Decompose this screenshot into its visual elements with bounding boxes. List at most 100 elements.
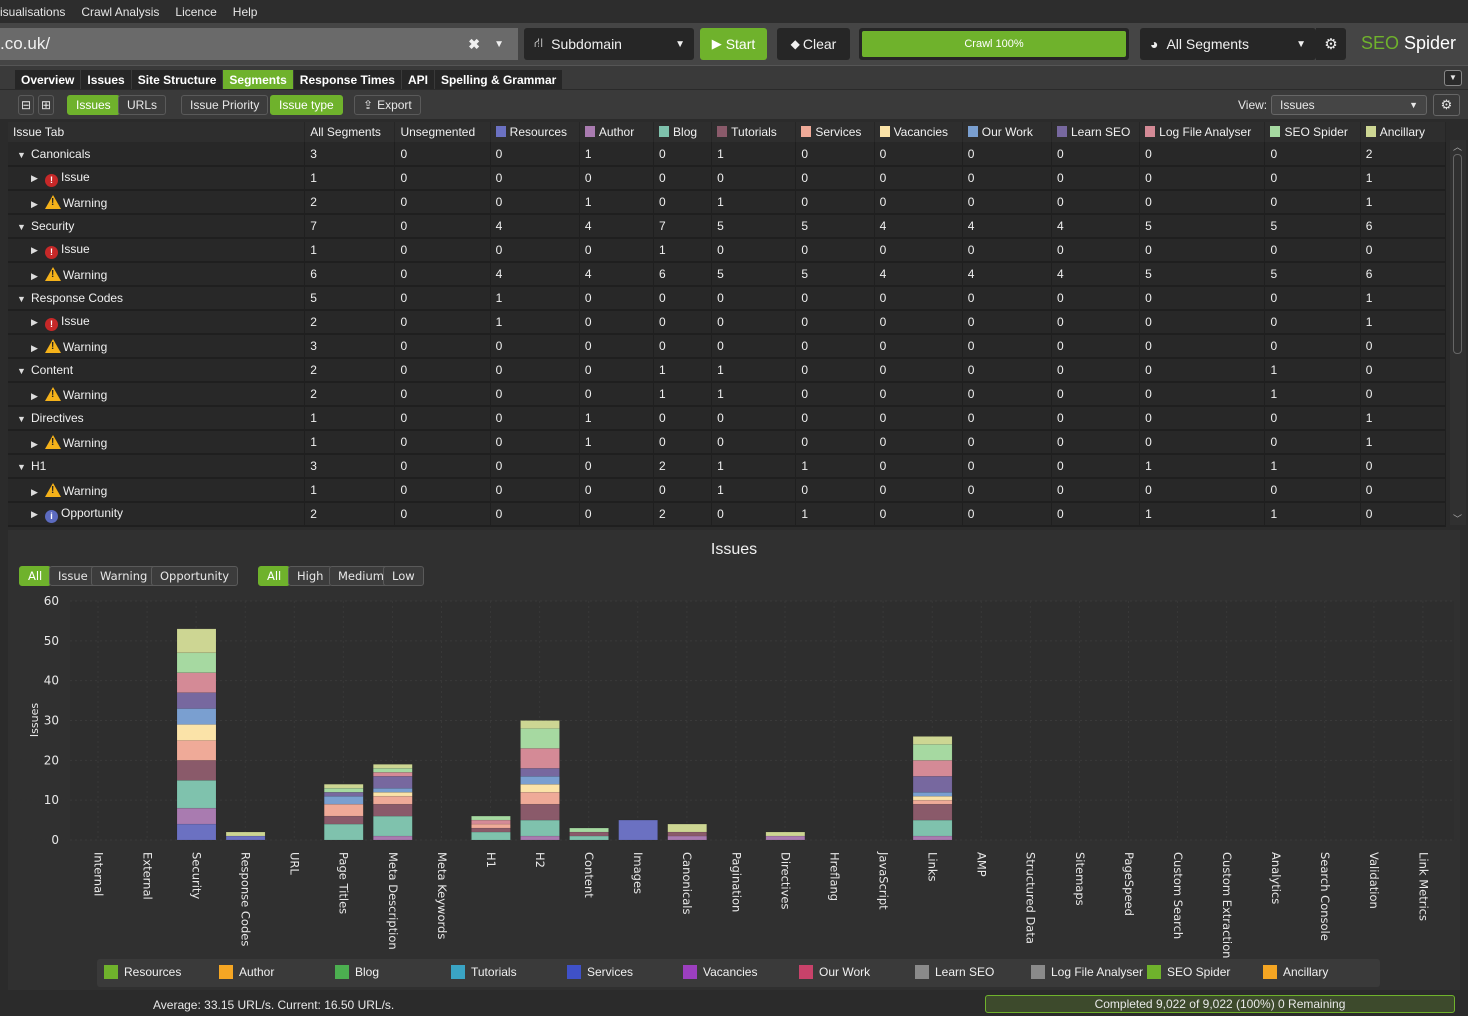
- tab-api[interactable]: API: [401, 70, 434, 89]
- issue-type-toggle[interactable]: Issue type: [270, 95, 343, 115]
- column-header[interactable]: Issue Tab: [8, 122, 306, 142]
- table-row[interactable]: ▶Warning1001000000001: [8, 430, 1447, 455]
- table-scrollbar[interactable]: ︿ ﹀: [1450, 140, 1466, 525]
- issue-priority-toggle[interactable]: Issue Priority: [181, 95, 269, 115]
- legend-item[interactable]: SEO Spider: [1147, 965, 1230, 979]
- expand-triangle-icon[interactable]: ▶: [31, 487, 45, 498]
- collapse-triangle-icon[interactable]: ▼: [17, 222, 31, 232]
- table-row[interactable]: ▶! Issue 1 0 0 0 0 0 0 0 0 0 0 0 1: [8, 166, 1447, 191]
- segments-settings-button[interactable]: ⚙: [1316, 28, 1346, 60]
- legend-item[interactable]: Vacancies: [683, 965, 757, 979]
- issues-toggle[interactable]: Issues: [67, 95, 120, 115]
- expand-triangle-icon[interactable]: ▶: [31, 343, 45, 354]
- segments-dropdown[interactable]: ◕ All Segments ▼: [1140, 28, 1316, 60]
- table-group-row[interactable]: ▼ Content 2 0 0 0 1 1 0 0 0 0 0 1 0: [8, 358, 1447, 383]
- column-header[interactable]: Ancillary: [1360, 122, 1447, 142]
- column-header[interactable]: Resources: [490, 122, 580, 142]
- expand-triangle-icon[interactable]: ▶: [31, 271, 45, 282]
- start-button[interactable]: ▶ Start: [700, 28, 767, 60]
- table-row[interactable]: ▶Warning3000000000000: [8, 334, 1447, 359]
- url-dropdown-icon[interactable]: ▼: [494, 39, 504, 50]
- expand-triangle-icon[interactable]: ▶: [31, 199, 45, 210]
- expand-triangle-icon[interactable]: ▶: [31, 245, 45, 256]
- table-row[interactable]: ▶! Issue 2 0 1 0 0 0 0 0 0 0 0 0 1: [8, 310, 1447, 335]
- legend-item[interactable]: Tutorials: [451, 965, 517, 979]
- value-cell: 3: [304, 334, 396, 359]
- value-cell: 0: [1139, 190, 1266, 215]
- table-row[interactable]: ▶Warning1000010000000: [8, 478, 1447, 503]
- expand-all-button[interactable]: ⊞: [38, 95, 54, 115]
- export-button[interactable]: ⇪ Export: [354, 95, 421, 115]
- tab-spelling-grammar[interactable]: Spelling & Grammar: [434, 70, 563, 89]
- value-cell: 0: [579, 478, 655, 503]
- panel-collapse-button[interactable]: ▼: [1444, 70, 1462, 86]
- column-header[interactable]: All Segments: [304, 122, 396, 142]
- collapse-triangle-icon[interactable]: ▼: [17, 294, 31, 304]
- crawl-mode-dropdown[interactable]: ⛙ Subdomain ▼: [524, 28, 694, 60]
- scroll-up-icon[interactable]: ︿: [1453, 140, 1462, 153]
- collapse-triangle-icon[interactable]: ▼: [17, 414, 31, 424]
- scroll-down-icon[interactable]: ﹀: [1453, 512, 1462, 525]
- expand-triangle-icon[interactable]: ▶: [31, 391, 45, 402]
- tab-site-structure[interactable]: Site Structure: [131, 70, 223, 89]
- column-header[interactable]: Services: [795, 122, 875, 142]
- legend-item[interactable]: Author: [219, 965, 274, 979]
- column-header[interactable]: SEO Spider: [1264, 122, 1361, 142]
- clear-url-icon[interactable]: ✖: [468, 36, 480, 53]
- urls-toggle[interactable]: URLs: [118, 95, 167, 115]
- scrollbar-thumb[interactable]: [1453, 154, 1462, 354]
- column-header[interactable]: Vacancies: [874, 122, 963, 142]
- url-input[interactable]: .co.uk/ ✖ ▼: [0, 28, 518, 60]
- column-header[interactable]: Tutorials: [711, 122, 797, 142]
- column-header[interactable]: Learn SEO: [1051, 122, 1141, 142]
- collapse-triangle-icon[interactable]: ▼: [17, 366, 31, 376]
- column-header[interactable]: Log File Analyser: [1139, 122, 1266, 142]
- column-header[interactable]: Unsegmented: [394, 122, 491, 142]
- legend-label: Tutorials: [471, 965, 517, 979]
- legend-item[interactable]: Services: [567, 965, 633, 979]
- menu-help[interactable]: Help: [225, 5, 266, 19]
- legend-item[interactable]: Blog: [335, 965, 379, 979]
- expand-triangle-icon[interactable]: ▶: [31, 439, 45, 450]
- menu-visualisations[interactable]: isualisations: [0, 5, 73, 19]
- table-group-row[interactable]: ▼ Response Codes 5 0 1 0 0 0 0 0 0 0 0 0 1: [8, 286, 1447, 311]
- expand-triangle-icon[interactable]: ▶: [31, 317, 45, 328]
- row-label: Directives: [31, 411, 84, 425]
- table-row[interactable]: ▶ i Opportunity 2 0 0 0 2 0 1 0 0 0 1 1 0: [8, 502, 1447, 527]
- table-row[interactable]: ▶! Issue 1 0 0 0 1 0 0 0 0 0 0 0 0: [8, 238, 1447, 263]
- table-group-row[interactable]: ▼ Canonicals 3 0 0 1 0 1 0 0 0 0 0 0 2: [8, 142, 1447, 167]
- collapse-all-button[interactable]: ⊟: [18, 95, 34, 115]
- menu-crawl-analysis[interactable]: Crawl Analysis: [73, 5, 167, 19]
- table-row[interactable]: ▶Warning2001010000001: [8, 190, 1447, 215]
- column-header[interactable]: Our Work: [962, 122, 1052, 142]
- table-group-row[interactable]: ▼ Security 7 0 4 4 7 5 5 4 4 4 5 5 6: [8, 214, 1447, 239]
- legend-item[interactable]: Log File Analyser: [1031, 965, 1143, 979]
- table-row[interactable]: ▶Warning2000110000010: [8, 382, 1447, 407]
- legend-item[interactable]: Ancillary: [1263, 965, 1328, 979]
- value-cell: 0: [795, 190, 875, 215]
- tab-segments[interactable]: Segments: [223, 70, 293, 89]
- legend-item[interactable]: Our Work: [799, 965, 870, 979]
- collapse-triangle-icon[interactable]: ▼: [17, 462, 31, 472]
- view-settings-button[interactable]: ⚙: [1433, 94, 1460, 116]
- value-cell: 0: [490, 142, 580, 167]
- warning-icon: [45, 434, 61, 449]
- column-header[interactable]: Author: [579, 122, 655, 142]
- table-row[interactable]: ▶Warning6044655444556: [8, 262, 1447, 287]
- legend-item[interactable]: Resources: [104, 965, 181, 979]
- table-group-row[interactable]: ▼ Directives 1 0 0 1 0 0 0 0 0 0 0 0 1: [8, 406, 1447, 431]
- view-dropdown[interactable]: Issues ▼: [1271, 95, 1427, 115]
- tab-issues[interactable]: Issues: [81, 70, 131, 89]
- tab-response-times[interactable]: Response Times: [293, 70, 401, 89]
- value-cell: 1: [1264, 358, 1361, 383]
- expand-triangle-icon[interactable]: ▶: [31, 173, 45, 184]
- collapse-triangle-icon[interactable]: ▼: [17, 150, 31, 160]
- value-cell: 0: [795, 430, 875, 455]
- menu-licence[interactable]: Licence: [167, 5, 224, 19]
- column-header[interactable]: Blog: [653, 122, 713, 142]
- expand-triangle-icon[interactable]: ▶: [31, 509, 45, 520]
- tab-overview[interactable]: Overview: [15, 70, 81, 89]
- legend-item[interactable]: Learn SEO: [915, 965, 994, 979]
- clear-button[interactable]: ◆ Clear: [777, 28, 850, 60]
- table-group-row[interactable]: ▼ H1 3 0 0 0 2 1 1 0 0 0 1 1 0: [8, 454, 1447, 479]
